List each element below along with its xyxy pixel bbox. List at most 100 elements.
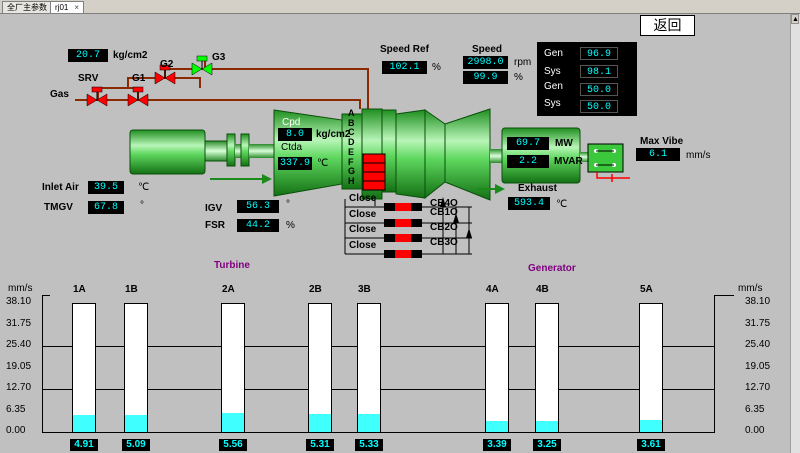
- ctda-unit: ℃: [317, 158, 329, 169]
- speed-pct-unit: %: [514, 72, 523, 83]
- g3-label: G3: [212, 52, 226, 63]
- generator-section-label: Generator: [528, 263, 576, 274]
- speed-label: Speed: [472, 44, 503, 55]
- bar-category-label: 1A: [73, 284, 86, 295]
- bar-category-label: 2A: [222, 284, 235, 295]
- bar-value-label: 5.31: [306, 439, 334, 451]
- bar-value-label: 4.91: [70, 439, 98, 451]
- mvar-readout: 2.2: [507, 155, 549, 168]
- vertical-scrollbar[interactable]: [790, 14, 800, 453]
- max-vibe-label: Max Vibe: [640, 136, 684, 147]
- y-tick-label-right: 12.70: [745, 382, 771, 393]
- bar-fill: [486, 420, 508, 432]
- speed-pct-readout: 99.9: [463, 71, 508, 84]
- bar-value-label: 5.09: [122, 439, 150, 451]
- speed-rpm-readout: 2998.0: [463, 56, 508, 69]
- tab-label: 全厂主参数: [7, 3, 47, 12]
- bar-value-label: 3.39: [483, 439, 511, 451]
- fsr-readout: 44.2: [237, 219, 279, 232]
- bar-frame: [357, 303, 381, 432]
- bar-category-label: 4A: [486, 284, 499, 295]
- igv-readout: 56.3: [237, 200, 279, 213]
- gas-pressure-unit: kg/cm2: [113, 50, 148, 61]
- mvar-unit: MVAR: [554, 156, 583, 167]
- gas-pressure-readout: 20.7: [68, 49, 108, 62]
- sys-hz-label: Sys: [544, 98, 561, 109]
- srv-valve-icon: [86, 86, 108, 107]
- air-inlet-housing: [129, 129, 206, 175]
- bar-fill: [640, 419, 662, 432]
- speed-rpm-unit: rpm: [514, 57, 532, 68]
- y-axis-unit-right: mm/s: [738, 283, 763, 294]
- igv-unit: °: [286, 199, 290, 210]
- tmgv-label: TMGV: [44, 202, 73, 213]
- mw-unit: MW: [555, 138, 573, 149]
- cb3-state: Close: [349, 224, 377, 235]
- turbine-section-label: Turbine: [214, 260, 250, 271]
- sys-hz-readout: 50.0: [580, 100, 618, 113]
- bar-frame: [485, 303, 509, 432]
- gen-pct-readout: 96.9: [580, 47, 618, 60]
- speed-ref-label: Speed Ref: [380, 44, 429, 55]
- y-axis-right-cap: [714, 295, 734, 296]
- g1-valve-icon: [127, 86, 149, 107]
- inlet-air-readout: 39.5: [88, 181, 124, 194]
- scroll-up-arrow-icon[interactable]: ▲: [791, 14, 799, 24]
- gen-hz-label: Gen: [544, 81, 563, 92]
- ctda-readout: 337.9: [278, 157, 312, 170]
- bar-category-label: 3B: [358, 284, 371, 295]
- bar-fill: [536, 420, 558, 432]
- bar-frame: [535, 303, 559, 432]
- speed-ref-unit: %: [432, 62, 441, 73]
- tmgv-readout: 67.8: [88, 201, 124, 214]
- bar-frame: [308, 303, 332, 432]
- generator-breaker-icon: [587, 143, 624, 173]
- gas-piping: [75, 61, 369, 109]
- y-tick-label-right: 38.10: [745, 296, 771, 307]
- y-tick-label-right: 0.00: [745, 425, 765, 436]
- tab-bar: 全厂主参数 rj01 ×: [0, 0, 800, 14]
- max-vibe-readout: 6.1: [636, 148, 680, 161]
- bar-value-label: 5.56: [219, 439, 247, 451]
- y-tick-label-right: 19.05: [745, 360, 771, 372]
- gen-hz-readout: 50.0: [580, 83, 618, 96]
- bar-category-label: 2B: [309, 284, 322, 295]
- y-tick-label-right: 31.75: [745, 317, 771, 329]
- tab-label: rj01: [55, 3, 69, 12]
- y-tick-label-left: 19.05: [6, 360, 32, 372]
- exhaust-readout: 593.4: [508, 197, 550, 210]
- close-icon[interactable]: ×: [74, 3, 79, 12]
- bar-fill: [309, 414, 331, 432]
- bar-fill: [222, 413, 244, 432]
- bar-frame: [124, 303, 148, 432]
- bar-category-label: 4B: [536, 284, 549, 295]
- exhaust-unit: ℃: [556, 199, 568, 210]
- bar-fill: [73, 415, 95, 432]
- y-tick-label-left: 25.40: [6, 339, 32, 350]
- bar-value-label: 3.25: [533, 439, 561, 451]
- inlet-air-label: Inlet Air: [42, 182, 79, 193]
- g3-valve-icon: [191, 55, 213, 76]
- tab-plant-main[interactable]: 全厂主参数: [2, 1, 52, 13]
- cb4-name: CB4O: [430, 198, 458, 209]
- cb2-state: Close: [349, 209, 377, 220]
- cb3-name: CB3O: [430, 237, 458, 248]
- y-axis-right-line: [714, 295, 715, 432]
- sys-hz-unit: Hz: [623, 101, 636, 112]
- x-axis-line: [42, 432, 715, 433]
- cpd-readout: 8.0: [278, 128, 312, 141]
- g1-label: G1: [132, 73, 146, 84]
- combustor-letter: H: [348, 175, 355, 186]
- y-axis-unit-left: mm/s: [8, 283, 33, 294]
- igv-label: IGV: [205, 203, 223, 214]
- y-axis-left-line: [42, 295, 43, 432]
- mw-readout: 69.7: [507, 137, 549, 150]
- tab-rj01[interactable]: rj01 ×: [50, 1, 85, 13]
- sys-pct-readout: 98.1: [580, 65, 618, 78]
- bar-category-label: 1B: [125, 284, 138, 295]
- bar-frame: [72, 303, 96, 432]
- y-tick-label-right: 25.40: [745, 339, 771, 350]
- y-axis-left-cap: [42, 295, 50, 296]
- sys-pct-label: Sys: [544, 66, 561, 77]
- fsr-unit: %: [286, 220, 295, 231]
